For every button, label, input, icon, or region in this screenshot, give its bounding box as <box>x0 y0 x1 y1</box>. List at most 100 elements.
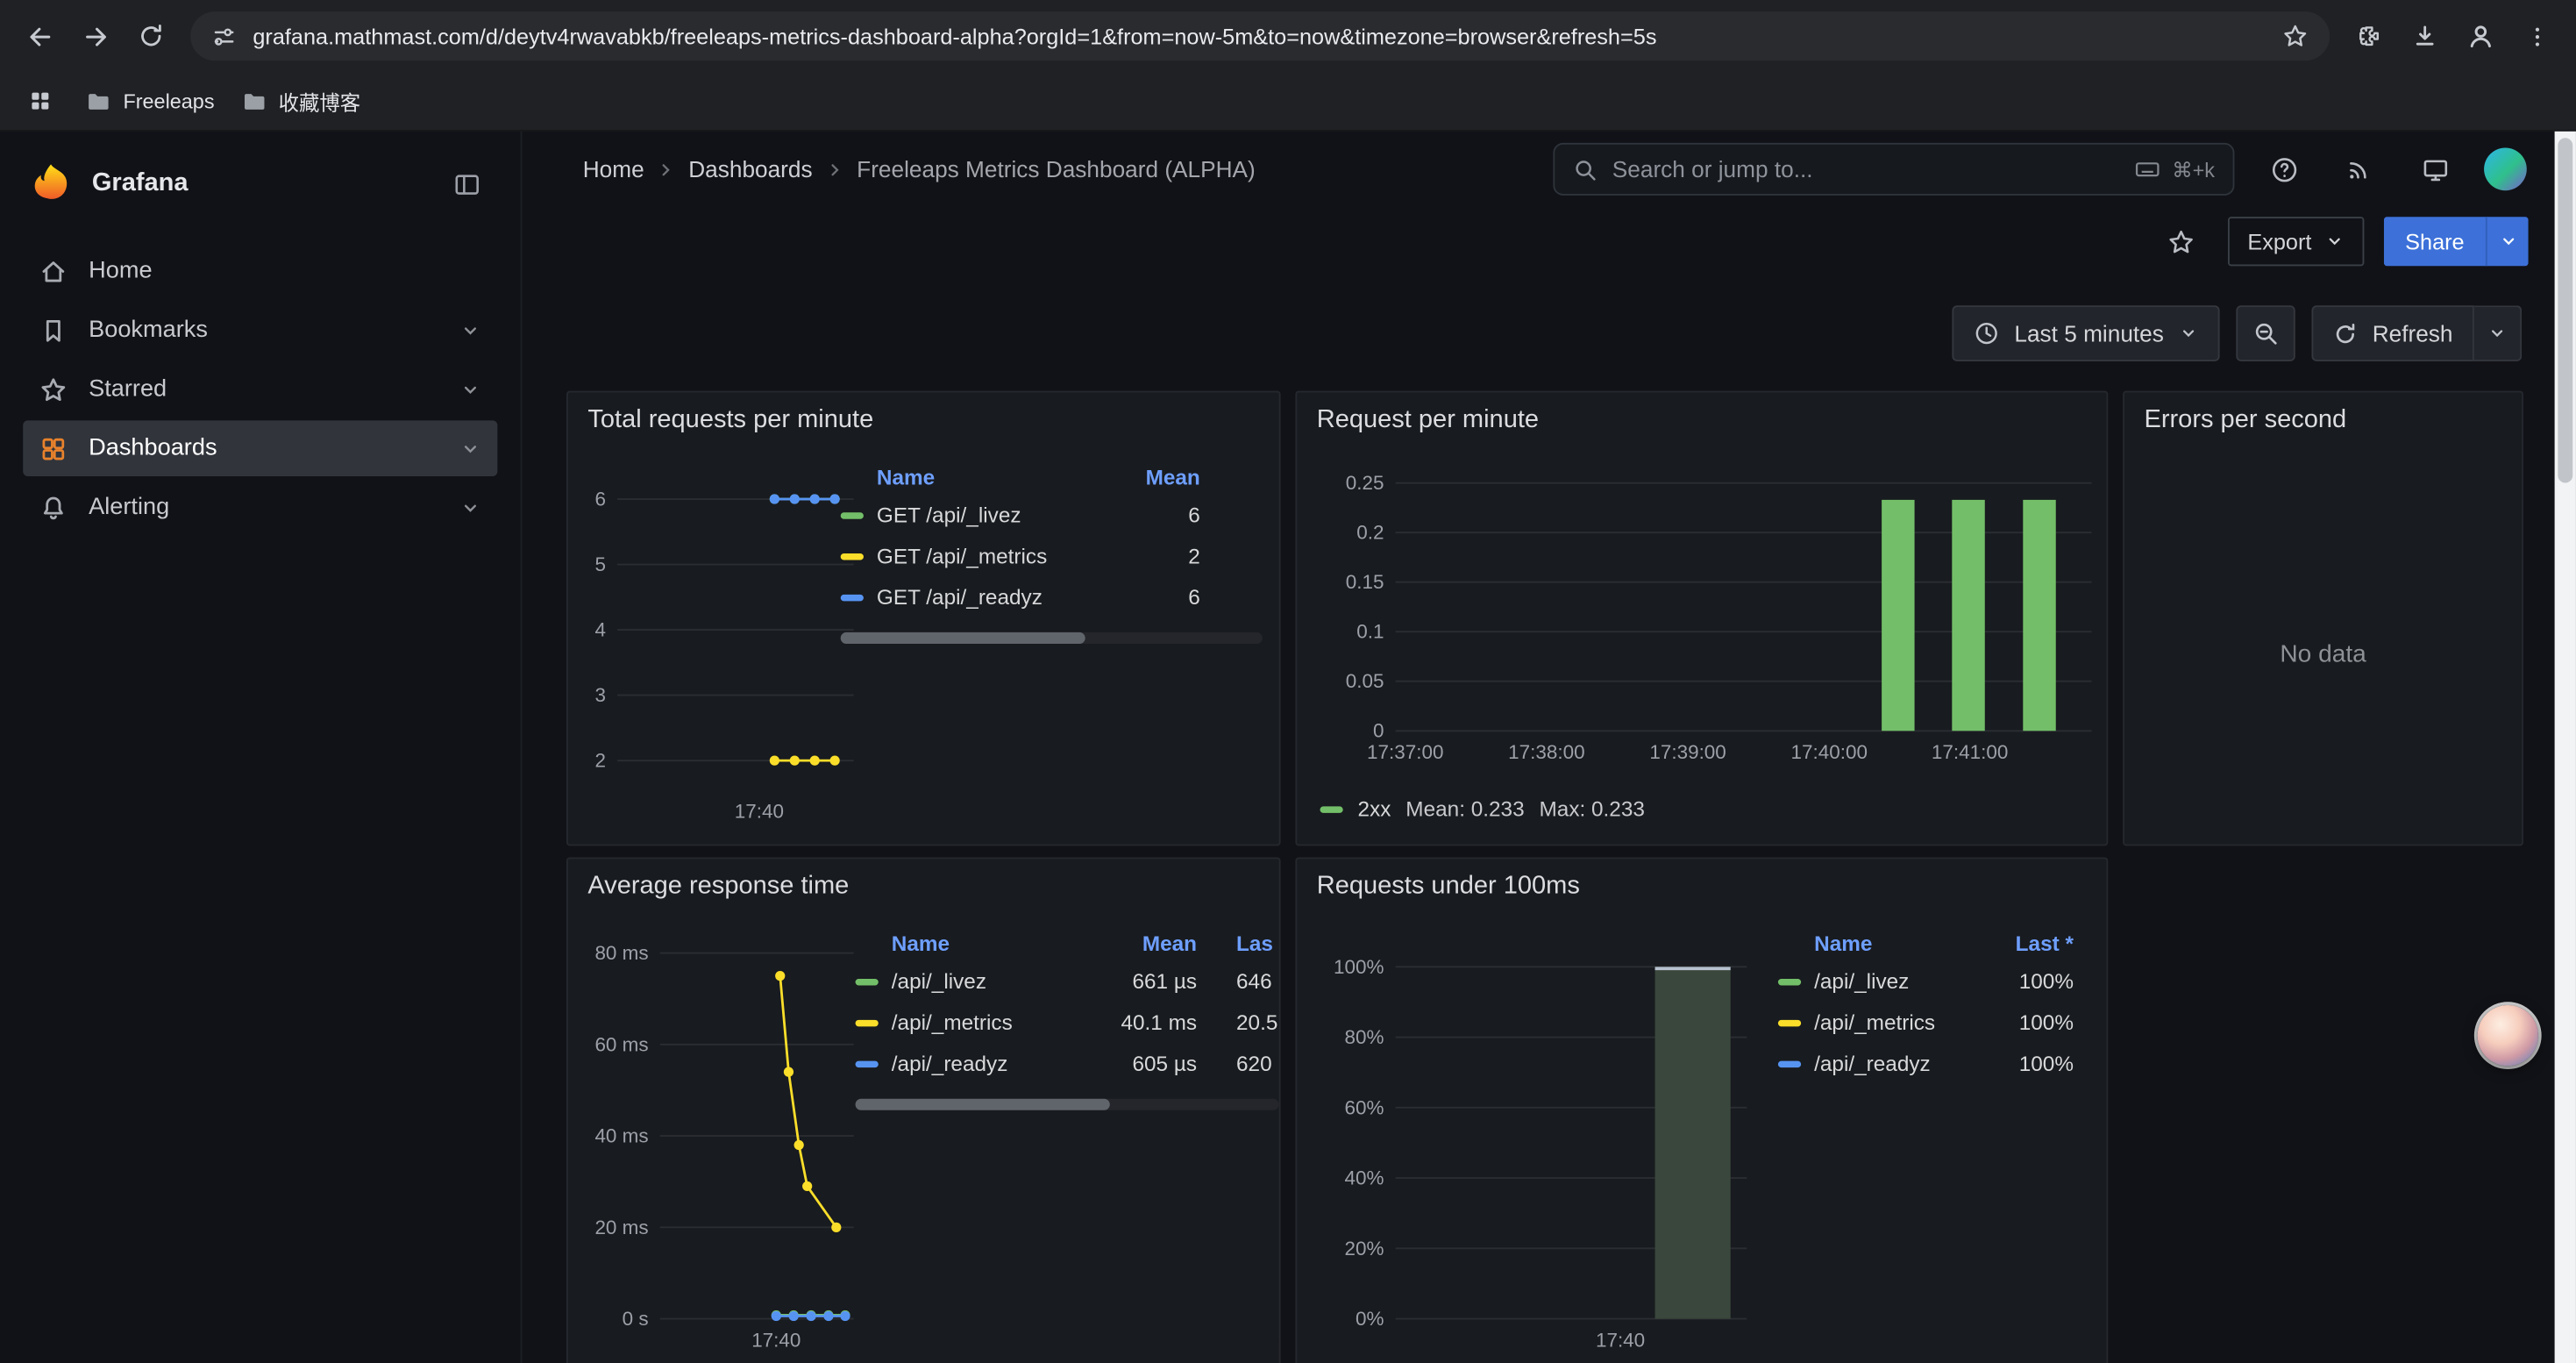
panel-title[interactable]: Average response time <box>568 859 1279 904</box>
legend-row: GET /api/_metrics2 <box>841 535 1263 576</box>
dock-menu-icon[interactable] <box>442 160 491 209</box>
downloads-icon[interactable] <box>2399 10 2451 62</box>
screen: grafana.mathmast.com/d/deytv4rwavabkb/fr… <box>0 0 2576 1363</box>
series-swatch <box>841 594 864 600</box>
legend-header[interactable]: Mean <box>1101 931 1197 955</box>
series-name[interactable]: /api/_livez <box>892 969 1102 994</box>
svg-text:17:40: 17:40 <box>751 1329 801 1351</box>
monitor-icon[interactable] <box>2409 143 2461 196</box>
legend-scrollbar[interactable] <box>841 632 1263 644</box>
chevron-down-icon[interactable] <box>459 438 480 459</box>
legend-row: GET /api/_livez6 <box>841 495 1263 536</box>
sidebar-item-dashboards[interactable]: Dashboards <box>23 420 497 476</box>
legend-header[interactable]: Name <box>841 464 1102 489</box>
legend-header[interactable]: Name <box>1778 931 1983 955</box>
legend-table: NameMeanLas/api/_livez661 µs646/api/_met… <box>856 924 1279 1110</box>
sidebar-item-starred[interactable]: Starred <box>23 361 497 417</box>
browser-menu-icon[interactable] <box>2510 10 2563 62</box>
reload-button[interactable] <box>125 10 177 62</box>
user-avatar[interactable] <box>2484 148 2527 191</box>
url-text[interactable]: grafana.mathmast.com/d/deytv4rwavabkb/fr… <box>253 24 2266 48</box>
panel-total-requests: Total requests per minute 6543217:40Name… <box>566 391 1281 846</box>
legend-header[interactable]: Las <box>1197 931 1279 955</box>
forward-button[interactable] <box>69 10 122 62</box>
zoom-out-button[interactable] <box>2236 305 2295 361</box>
grafana-sidebar: Grafana HomeBookmarksStarredDashboardsAl… <box>0 132 522 1363</box>
series-name[interactable]: /api/_readyz <box>892 1051 1102 1075</box>
grafana-logo[interactable] <box>30 162 73 205</box>
panel-title[interactable]: Request per minute <box>1297 393 2106 439</box>
export-button[interactable]: Export <box>2228 217 2364 266</box>
svg-text:0: 0 <box>1373 720 1384 742</box>
series-name[interactable]: /api/_metrics <box>892 1010 1102 1035</box>
back-button[interactable] <box>13 10 66 62</box>
panel-title[interactable]: Requests under 100ms <box>1297 859 2106 904</box>
series-value: 100% <box>1983 1010 2074 1035</box>
average-response-time-chart[interactable]: 80 ms60 ms40 ms20 ms0 s17:40 <box>574 905 870 1362</box>
assistant-avatar-widget[interactable] <box>2478 1005 2538 1066</box>
series-name[interactable]: /api/_readyz <box>1814 1051 1983 1075</box>
sidebar-item-home[interactable]: Home <box>23 243 497 299</box>
sidebar-item-alerting[interactable]: Alerting <box>23 480 497 536</box>
series-name[interactable]: GET /api/_readyz <box>877 585 1102 610</box>
series-value: 646 <box>1197 969 1279 994</box>
zoom-out-icon <box>2252 320 2279 346</box>
requests-under-100ms-chart[interactable]: 100%80%60%40%20%0%17:40 <box>1304 905 1812 1362</box>
chevron-down-icon[interactable] <box>459 379 480 400</box>
bookmark-folder-freeleaps[interactable]: Freeleaps <box>85 88 214 114</box>
legend-scrollbar[interactable] <box>856 1099 1279 1110</box>
svg-text:20%: 20% <box>1345 1238 1384 1260</box>
address-bar[interactable]: grafana.mathmast.com/d/deytv4rwavabkb/fr… <box>190 11 2330 61</box>
bookmark-folder-blogs[interactable]: 收藏博客 <box>240 85 360 117</box>
request-per-minute-chart[interactable]: 00.050.10.150.20.2517:37:0017:38:0017:39… <box>1304 439 2109 792</box>
share-button[interactable]: Share <box>2384 217 2486 266</box>
help-icon[interactable] <box>2258 143 2310 196</box>
series-name[interactable]: GET /api/_livez <box>877 503 1102 527</box>
legend-header[interactable]: Last * <box>1983 931 2074 955</box>
svg-text:2: 2 <box>594 750 606 772</box>
apps-grid-icon[interactable] <box>19 82 59 121</box>
sidebar-item-bookmarks[interactable]: Bookmarks <box>23 303 497 359</box>
extensions-icon[interactable] <box>2343 10 2395 62</box>
brand-name[interactable]: Grafana <box>92 169 422 199</box>
svg-text:0.2: 0.2 <box>1356 522 1384 544</box>
svg-text:0 s: 0 s <box>623 1308 649 1330</box>
bookmark-star-icon[interactable] <box>2282 23 2309 49</box>
total-requests-chart[interactable]: 6543217:40 <box>574 439 870 841</box>
series-name[interactable]: GET /api/_metrics <box>877 544 1102 568</box>
chevron-down-icon <box>2487 324 2507 343</box>
series-name[interactable]: 2xx <box>1358 796 1391 821</box>
series-name[interactable]: /api/_metrics <box>1814 1010 1983 1035</box>
series-swatch <box>1320 805 1342 811</box>
breadcrumb-item[interactable]: Dashboards <box>688 156 812 182</box>
profile-icon[interactable] <box>2454 10 2507 62</box>
legend-header[interactable]: Name <box>856 931 1102 955</box>
page-scrollbar[interactable] <box>2555 132 2576 1363</box>
site-settings-icon[interactable] <box>212 24 237 48</box>
refresh-button[interactable]: Refresh <box>2311 305 2473 361</box>
svg-text:17:40: 17:40 <box>1596 1329 1645 1351</box>
search-input[interactable]: Search or jump to... ⌘+k <box>1553 143 2234 196</box>
legend-table: NameLast * /api/_livez100% /api/_metrics10… <box>1778 924 2087 1084</box>
refresh-interval-dropdown[interactable] <box>2474 305 2522 361</box>
legend-row: /api/_livez100% <box>1778 960 2087 1002</box>
series-swatch <box>856 1060 879 1067</box>
chevron-right-icon <box>658 161 676 179</box>
browser-toolbar: grafana.mathmast.com/d/deytv4rwavabkb/fr… <box>0 0 2576 72</box>
scrollbar-thumb[interactable] <box>2558 138 2572 482</box>
share-dropdown-button[interactable] <box>2486 217 2529 266</box>
chevron-down-icon[interactable] <box>459 496 480 517</box>
series-name[interactable]: /api/_livez <box>1814 969 1983 994</box>
time-range-picker[interactable]: Last 5 minutes <box>1952 305 2219 361</box>
news-rss-icon[interactable] <box>2333 143 2386 196</box>
series-swatch <box>841 511 864 517</box>
panel-title[interactable]: Total requests per minute <box>568 393 1279 439</box>
panel-title[interactable]: Errors per second <box>2124 393 2522 439</box>
chevron-down-icon[interactable] <box>459 319 480 340</box>
svg-text:5: 5 <box>594 553 606 575</box>
favorite-star-icon[interactable] <box>2155 215 2208 268</box>
breadcrumb-item[interactable]: Freeleaps Metrics Dashboard (ALPHA) <box>857 156 1256 182</box>
legend-header[interactable]: Mean <box>1101 464 1199 489</box>
breadcrumb-item[interactable]: Home <box>583 156 644 182</box>
panel-requests-under-100ms: Requests under 100ms 100%80%60%40%20%0%1… <box>1295 857 2108 1363</box>
